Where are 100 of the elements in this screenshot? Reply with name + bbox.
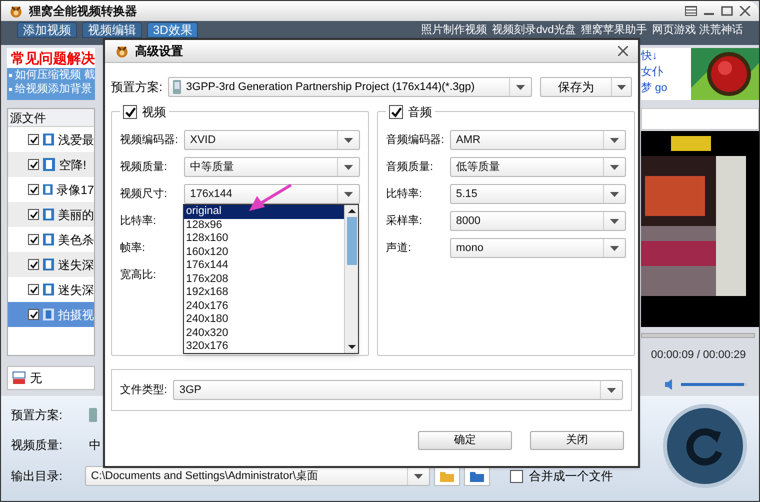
size-option[interactable]: 192x168	[184, 286, 344, 300]
merge-label: 合并成一个文件	[529, 468, 613, 485]
film-icon	[43, 133, 54, 146]
column-header: 源文件	[8, 109, 94, 127]
size-option[interactable]: 128x160	[184, 232, 344, 246]
checkbox[interactable]	[28, 284, 39, 295]
dropdown[interactable]: XVID	[184, 130, 360, 150]
caret-icon	[610, 218, 619, 224]
checkbox[interactable]	[510, 470, 523, 482]
field-label: 视频质量:	[120, 160, 168, 175]
file-row[interactable]: 迷失深	[8, 252, 94, 277]
field-label: 视频尺寸:	[120, 186, 168, 202]
file-row[interactable]: 空降!	[8, 152, 94, 177]
file-row[interactable]: 美丽的	[8, 202, 94, 227]
file-name: 空降!	[59, 156, 86, 174]
ad-link[interactable]: 女仆	[641, 64, 691, 80]
scrollbar[interactable]	[344, 205, 358, 353]
size-option[interactable]: 160x120	[184, 246, 344, 259]
bullet-icon	[9, 74, 12, 76]
size-option[interactable]: 240x176	[184, 300, 344, 313]
size-option[interactable]: 240x180	[184, 313, 344, 326]
film-icon	[43, 283, 54, 296]
caret-icon	[414, 474, 423, 478]
toolbar-link[interactable]: 网页游戏 洪荒神话	[652, 22, 743, 38]
output-path-field[interactable]: C:\Documents and Settings\Administrator\桌面	[85, 466, 430, 486]
checkbox[interactable]	[28, 184, 39, 195]
field-label: 声道:	[386, 240, 412, 256]
film-icon	[43, 258, 54, 271]
fox-logo-icon	[9, 4, 23, 18]
preset-dropdown[interactable]: 3GPP-3rd Generation Partnership Project (176x144)(*.3gp)	[168, 77, 532, 97]
file-name: 美丽的	[58, 206, 94, 224]
film-icon	[43, 308, 54, 321]
dropdown[interactable]: AMR	[450, 130, 626, 150]
dropdown[interactable]: 3GP	[173, 380, 623, 400]
phone-icon	[173, 80, 182, 94]
file-name: 录像17	[56, 182, 94, 198]
film-icon	[43, 158, 55, 171]
dropdown[interactable]: 176x144	[184, 184, 360, 204]
dropdown[interactable]: mono	[450, 238, 626, 258]
toolbar-button[interactable]: 3D效果	[147, 22, 198, 38]
size-option[interactable]: original	[184, 205, 344, 218]
file-name: 拍摄视	[58, 306, 94, 324]
size-option[interactable]: 320x176	[184, 340, 344, 353]
checkbox[interactable]	[28, 309, 39, 320]
caret-icon	[610, 246, 619, 250]
scroll-thumb[interactable]	[346, 217, 356, 265]
toolbar-button[interactable]: 添加视频	[17, 22, 77, 38]
toolbar-link[interactable]: 照片制作视频	[421, 22, 488, 38]
menu-icon[interactable]	[685, 6, 697, 16]
checkbox[interactable]	[123, 105, 137, 119]
checkbox[interactable]	[28, 234, 39, 245]
checkbox[interactable]	[28, 259, 39, 270]
toolbar-link[interactable]: 视频刻录dvd光盘	[492, 22, 576, 38]
preset-label: 预置方案:	[11, 407, 64, 424]
browse-folder-button[interactable]	[464, 466, 490, 486]
size-option[interactable]: 128x96	[184, 218, 344, 232]
save-as-button[interactable]: 保存为	[540, 77, 632, 97]
arrow-drawing	[247, 183, 293, 213]
field-label: 比特率:	[120, 214, 158, 229]
close-icon[interactable]	[618, 46, 628, 56]
volume-slider[interactable]	[681, 382, 747, 386]
playback-time: 00:00:09 / 00:00:29	[651, 348, 747, 363]
field-label: 视频编码器:	[120, 132, 180, 148]
field-label: 宽高比:	[120, 268, 158, 283]
dialog-button[interactable]: 确定	[418, 431, 512, 450]
close-icon[interactable]	[739, 6, 751, 16]
maximize-icon[interactable]	[721, 6, 733, 16]
open-folder-button[interactable]	[434, 466, 460, 486]
dropdown[interactable]: 5.15	[450, 184, 626, 204]
checkbox[interactable]	[28, 134, 39, 145]
quality-value[interactable]: 中	[89, 436, 101, 454]
progress-track[interactable]	[641, 333, 755, 338]
caret-icon	[610, 192, 619, 196]
checkbox[interactable]	[28, 159, 39, 170]
group-title: 视频	[142, 104, 166, 121]
subtitle-icon	[12, 371, 26, 385]
toolbar-link[interactable]: 狸窝苹果助手	[580, 22, 647, 38]
faq-heading: 常见问题解决	[10, 49, 95, 68]
toolbar-button[interactable]: 视频编辑	[82, 22, 142, 38]
checkbox[interactable]	[28, 209, 39, 220]
dialog-button[interactable]: 关闭	[530, 431, 624, 450]
caret-icon	[610, 138, 619, 142]
file-name: 迷失深	[58, 256, 94, 274]
dropdown[interactable]: 8000	[450, 211, 626, 231]
caret-icon	[617, 84, 626, 90]
dropdown[interactable]: 低等质量	[450, 157, 626, 177]
film-icon	[43, 183, 53, 196]
size-option[interactable]: 176x208	[184, 272, 344, 286]
checkbox[interactable]	[389, 105, 403, 119]
ad-link[interactable]: 梦 go	[641, 80, 691, 96]
size-option[interactable]: 176x144	[184, 259, 344, 272]
dropdown[interactable]: 中等质量	[184, 157, 360, 177]
bullet-icon	[9, 88, 12, 90]
fox-logo-icon	[115, 44, 129, 58]
file-name: 迷失深	[58, 282, 94, 298]
size-option[interactable]: 240x320	[184, 326, 344, 340]
ad-link[interactable]: 快↓	[641, 48, 691, 64]
caret-icon	[610, 164, 619, 170]
file-name: 美色杀	[58, 232, 94, 248]
subtitle-dropdown[interactable]: 无	[7, 366, 95, 390]
